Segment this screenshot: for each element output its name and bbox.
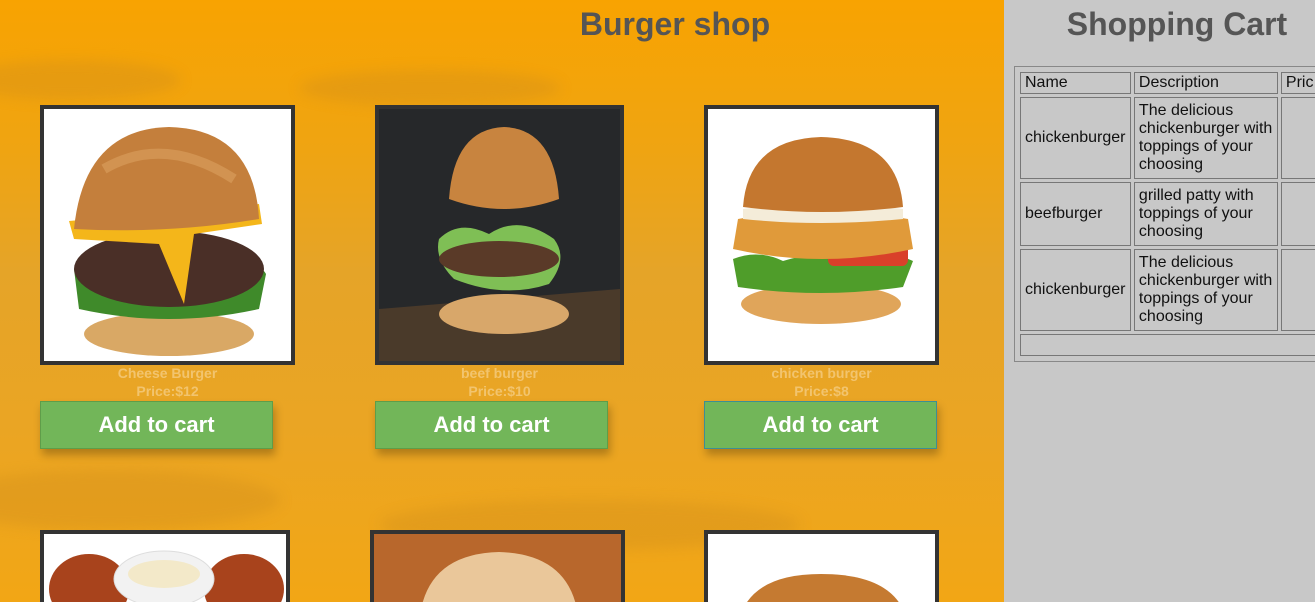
cart-table: Name Description Pric chickenburger The … [1017, 69, 1315, 359]
shopping-cart-panel: Shopping Cart Name Description Pric chic… [1004, 0, 1315, 602]
product-price: Price:$12 [136, 383, 199, 399]
cart-row: chickenburger The delicious chickenburge… [1020, 249, 1315, 331]
product-price: Price:$8 [794, 383, 849, 399]
wings-picture [44, 534, 286, 602]
product-image-chicken-burger [704, 105, 939, 365]
product-image-burger-2 [704, 530, 939, 602]
product-name: chicken burger [771, 365, 872, 381]
column-header-price: Pric [1280, 72, 1315, 94]
burger-picture [374, 534, 621, 602]
cart-item-price [1280, 97, 1315, 179]
cart-item-description: The delicious chickenburger with topping… [1133, 249, 1278, 331]
cart-title: Shopping Cart [1066, 6, 1288, 42]
cart-row: beefburger grilled patty with toppings o… [1020, 182, 1315, 246]
product-image-cheese-burger [40, 105, 295, 365]
add-to-cart-button[interactable]: Add to cart [40, 401, 273, 449]
burger-picture [708, 534, 935, 602]
cart-item-price [1280, 249, 1315, 331]
page-title: Burger shop [579, 6, 771, 42]
product-image-burger [370, 530, 625, 602]
add-to-cart-button[interactable]: Add to cart [375, 401, 608, 449]
cart-header-row: Name Description Pric [1020, 72, 1315, 94]
product-image-beef-burger [375, 105, 624, 365]
cart-item-name: chickenburger [1020, 249, 1131, 331]
beef-burger-picture [379, 109, 620, 361]
background-cloud [0, 470, 280, 530]
cheese-burger-picture [44, 109, 291, 361]
background-cloud [0, 60, 180, 100]
product-image-wings [40, 530, 290, 602]
add-to-cart-button[interactable]: Add to cart [704, 401, 937, 449]
cart-row: chickenburger The delicious chickenburge… [1020, 97, 1315, 179]
column-header-description: Description [1133, 72, 1278, 94]
cart-item-name: beefburger [1020, 182, 1131, 246]
cart-total-row: 2 [1020, 334, 1315, 356]
cart-table-container: Name Description Pric chickenburger The … [1014, 66, 1315, 362]
product-name: beef burger [460, 365, 538, 381]
column-header-name: Name [1020, 72, 1131, 94]
cart-total: 2 [1020, 334, 1315, 356]
cart-item-price: 1 [1280, 182, 1315, 246]
cart-item-description: The delicious chickenburger with topping… [1133, 97, 1278, 179]
chicken-burger-picture [708, 109, 935, 361]
cart-item-name: chickenburger [1020, 97, 1131, 179]
shop-panel: Burger shop Cheese Burger Price:$12 Add … [0, 0, 1004, 602]
product-name: Cheese Burger [117, 365, 218, 381]
product-price: Price:$10 [468, 383, 531, 399]
cart-item-description: grilled patty with toppings of your choo… [1133, 182, 1278, 246]
background-cloud [300, 70, 560, 106]
